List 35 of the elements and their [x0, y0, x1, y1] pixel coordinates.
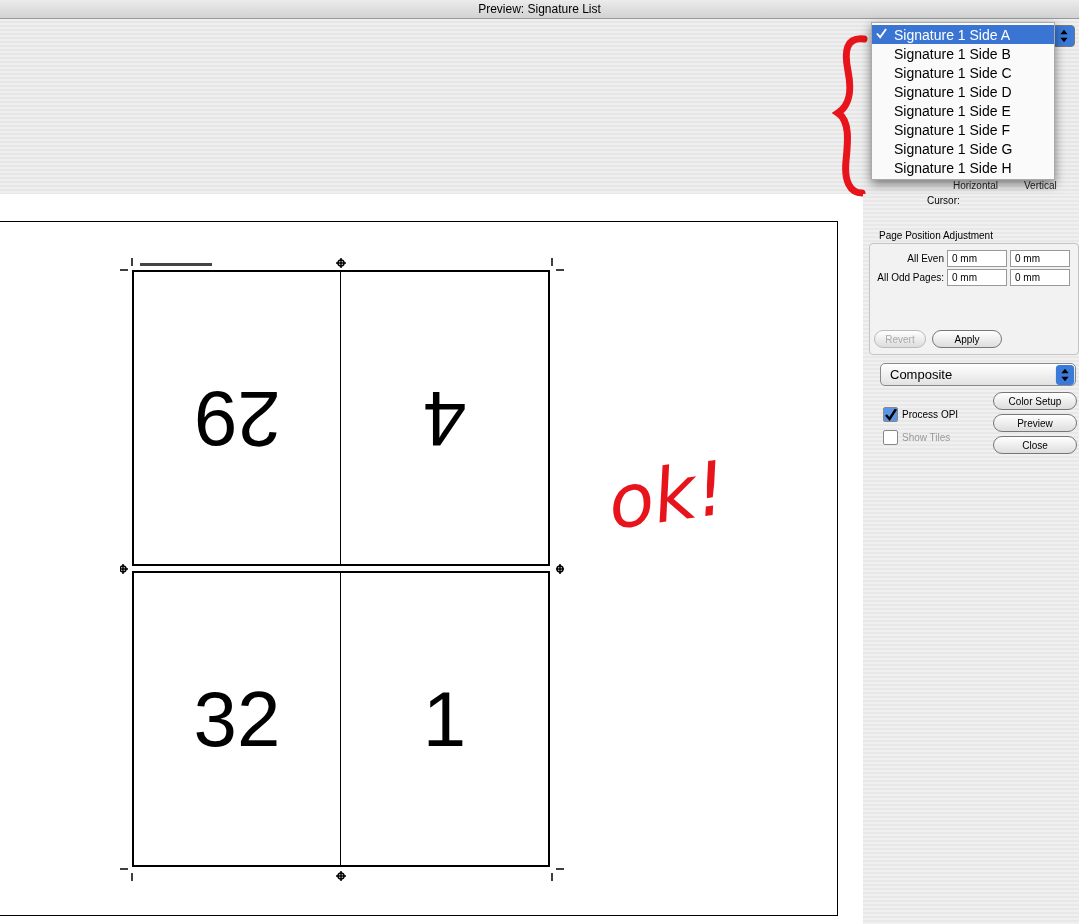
menu-item[interactable]: Signature 1 Side A — [872, 25, 1054, 44]
menu-item[interactable]: Signature 1 Side F — [872, 120, 1054, 139]
handwritten-note: ok! — [602, 444, 732, 546]
checkbox[interactable] — [883, 407, 898, 422]
page-number: 29 — [193, 373, 281, 464]
action-button[interactable]: Color Setup — [993, 392, 1077, 410]
menu-item[interactable]: Signature 1 Side D — [872, 82, 1054, 101]
menu-item[interactable]: Signature 1 Side G — [872, 139, 1054, 158]
menu-item[interactable]: Signature 1 Side E — [872, 101, 1054, 120]
menu-item[interactable]: Signature 1 Side C — [872, 63, 1054, 82]
option-checkbox[interactable]: Process OPI — [883, 407, 959, 422]
row-label: All Odd Pages: — [876, 272, 944, 283]
menu-item[interactable]: Signature 1 Side B — [872, 44, 1054, 63]
output-mode-dropdown[interactable]: Composite — [880, 363, 1076, 386]
page-number: 4 — [422, 373, 467, 464]
horizontal-field[interactable]: 0 mm — [947, 269, 1007, 286]
checkmark-icon — [884, 408, 897, 421]
column-label: Vertical — [1024, 180, 1057, 191]
adjustment-button[interactable]: Apply — [932, 330, 1002, 348]
action-button[interactable]: Preview — [993, 414, 1077, 432]
cursor-label: Cursor: — [927, 195, 960, 206]
vertical-field[interactable]: 0 mm — [1010, 269, 1070, 286]
group-title: Page Position Adjustment — [879, 230, 993, 241]
menu-item[interactable]: Signature 1 Side H — [872, 158, 1054, 177]
column-label: Horizontal — [953, 180, 999, 191]
checkmark-icon — [876, 28, 887, 39]
stepper-arrows-icon — [1055, 364, 1075, 385]
horizontal-field[interactable]: 0 mm — [947, 250, 1007, 267]
vertical-field[interactable]: 0 mm — [1010, 250, 1070, 267]
page-number: 32 — [193, 673, 281, 765]
row-label: All Even — [906, 253, 944, 264]
slug-line-drawing — [140, 263, 212, 267]
action-button[interactable]: Close — [993, 436, 1077, 454]
page-number: 1 — [422, 673, 467, 765]
window-title: Preview: Signature List — [0, 0, 1079, 19]
